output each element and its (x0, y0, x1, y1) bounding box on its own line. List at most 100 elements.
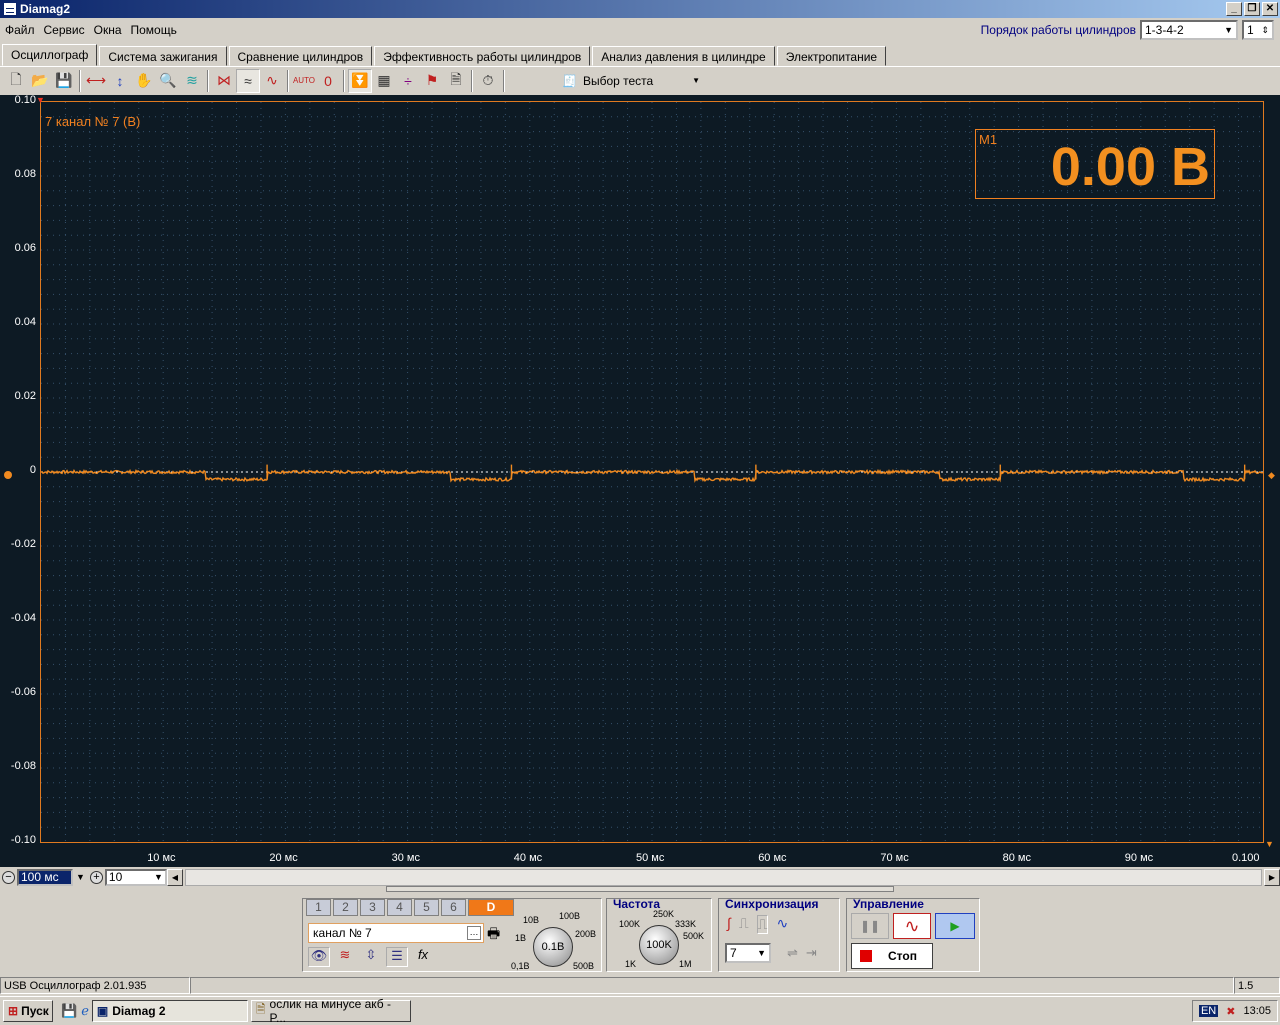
sync-auto-icon[interactable]: ∿ (776, 915, 788, 934)
tab-ignition[interactable]: Система зажигания (99, 46, 227, 66)
channel-5-button[interactable]: 5 (414, 899, 439, 916)
overlay-waves-icon[interactable]: ≈ (236, 68, 260, 93)
test-select[interactable]: 🧾 Выбор теста ▼ (558, 70, 706, 92)
maximize-button[interactable]: ❐ (1244, 2, 1260, 16)
voltage-knob[interactable]: 0.1В (533, 927, 573, 967)
network-icon[interactable]: ✖ (1226, 1005, 1235, 1018)
cylinder-count-spinner[interactable]: 1 ⇕ (1242, 20, 1274, 40)
chevron-down-icon[interactable]: ▼ (76, 872, 85, 882)
pause-button[interactable]: ❚❚ (851, 913, 889, 939)
sync-edge-up-icon[interactable]: ⎍ (739, 915, 749, 934)
line-style-icon[interactable]: ☰ (386, 947, 408, 967)
menu-service[interactable]: Сервис (40, 23, 89, 37)
menu-windows[interactable]: Окна (90, 23, 126, 37)
status-right: 1.5 (1234, 977, 1280, 994)
open-folder-icon[interactable]: 📂 (28, 69, 52, 93)
volt-10v-label: 10В (523, 915, 540, 925)
offset-arrows-icon[interactable]: ⇳ (360, 947, 382, 967)
taskbar-other[interactable]: 🗎 ослик на минусе акб - P... (250, 997, 411, 1025)
zoom-out-icon[interactable]: − (2, 870, 15, 884)
document-icon: 🗎 (255, 1002, 266, 1016)
sync-rising-edge-icon[interactable]: ∫ (727, 915, 731, 934)
zoom-icon[interactable]: 🔍 (156, 69, 180, 93)
sync-edge-down-icon[interactable]: ⎍ (756, 915, 769, 934)
scroll-right-button[interactable]: ▶ (1264, 868, 1280, 886)
close-button[interactable]: ✕ (1262, 2, 1278, 16)
zoom-factor-select[interactable]: 10 ▼ (104, 868, 167, 886)
menu-file[interactable]: Файл (1, 23, 39, 37)
y-tick-label: 0.04 (14, 316, 36, 328)
sync-tools: ∫ ⎍ ⎍ ∿ (727, 915, 788, 934)
channel-name-field[interactable]: канал № 7 … (308, 923, 484, 943)
y-tick-label: 0.08 (14, 168, 36, 180)
multi-wave-icon[interactable]: ∿ (260, 69, 284, 93)
zero-marker-right[interactable]: ◆ (1268, 470, 1275, 481)
zero-offset-icon[interactable]: 0 (316, 69, 340, 93)
single-wave-button[interactable]: ∿ (893, 913, 931, 939)
channel-6-button[interactable]: 6 (441, 899, 466, 916)
cursor-vertical-icon[interactable]: ↕ (108, 69, 132, 93)
minimize-button[interactable]: _ (1226, 2, 1242, 16)
channel-4-button[interactable]: 4 (387, 899, 412, 916)
window-title: Diamag2 (20, 2, 71, 16)
zero-marker-left[interactable] (4, 471, 12, 479)
sync-channel-select[interactable]: 7 ▼ (725, 943, 771, 963)
tab-oscilloscope[interactable]: Осциллограф (2, 44, 98, 66)
auto-scale-icon[interactable]: AUTO (292, 69, 316, 93)
tab-power-supply[interactable]: Электропитание (776, 46, 887, 66)
scroll-left-button[interactable]: ◀ (166, 868, 183, 886)
split-icon[interactable]: ÷ (396, 69, 420, 93)
channel-3-button[interactable]: 3 (360, 899, 385, 916)
channel-d-button[interactable]: D (468, 899, 514, 916)
stop-button[interactable]: Стоп (851, 943, 933, 969)
toolbar-separator (79, 69, 81, 92)
hand-pan-icon[interactable]: ✋ (132, 69, 156, 93)
scroll-track[interactable] (184, 868, 1262, 886)
taskbar-diamag-label: Diamag 2 (112, 1003, 166, 1018)
app-icon: ▣ (96, 1003, 109, 1018)
channel-2-button[interactable]: 2 (333, 899, 358, 916)
collapse-icon[interactable]: ⋈ (212, 69, 236, 93)
tab-pressure-analysis[interactable]: Анализ давления в цилиндре (592, 46, 775, 66)
sync-level-icon[interactable]: ⇌ (787, 945, 798, 961)
notes-icon[interactable]: 🗎 (444, 69, 468, 93)
frequency-knob[interactable]: 100K (639, 925, 679, 965)
app-icon (3, 2, 17, 16)
eye-icon[interactable]: 👁 (308, 947, 330, 967)
auto-timer-icon[interactable]: ⏱ (476, 69, 500, 93)
sync-center-icon[interactable]: ⇥ (806, 945, 817, 961)
fit-wave-icon[interactable]: ≋ (180, 69, 204, 93)
save-icon[interactable]: 💾 (52, 69, 76, 93)
grid-icon[interactable]: ▦ (372, 69, 396, 93)
timebase-field[interactable]: 100 мс (17, 868, 73, 886)
zoom-in-icon[interactable]: + (89, 870, 103, 884)
flag-marker-icon[interactable]: ⚑ (420, 69, 444, 93)
ellipsis-button[interactable]: … (467, 926, 481, 940)
clock: 13:05 (1243, 1005, 1271, 1017)
tab-cylinder-efficiency[interactable]: Эффективность работы цилиндров (374, 46, 591, 66)
new-file-icon[interactable]: 🗋 (4, 69, 28, 93)
cylinder-order-select[interactable]: 1-3-4-2 ▼ (1140, 20, 1238, 40)
measurement-box[interactable]: M1 0.00 В (975, 129, 1215, 199)
zoom-factor-value: 10 (108, 870, 123, 884)
dock-splitter[interactable] (386, 886, 894, 892)
start-button[interactable]: ⊞ Пуск (3, 999, 53, 1022)
filter-icon[interactable]: ⏬ (348, 68, 372, 93)
quicklaunch-save-icon[interactable]: 💾 (61, 1003, 77, 1019)
trigger-marker-icon[interactable]: ▼ (36, 95, 45, 105)
menu-help[interactable]: Помощь (127, 23, 181, 37)
cursor-horizontal-icon[interactable]: ⟷ (84, 69, 108, 93)
taskbar-diamag[interactable]: ▣ Diamag 2 (91, 999, 248, 1022)
wave-invert-icon[interactable]: ≋ (334, 947, 356, 967)
plot-area[interactable] (40, 101, 1264, 843)
taskbar: ⊞ Пуск 💾 ℯ ▣ Diamag 2 🗎 ослик на минусе акб… (0, 996, 1280, 1025)
quicklaunch-browser-icon[interactable]: ℯ (81, 1003, 89, 1019)
probe-icon[interactable]: 🖶 (487, 923, 500, 947)
run-button[interactable]: ▶ (935, 913, 975, 939)
formula-icon[interactable]: fx (412, 947, 434, 967)
language-indicator[interactable]: EN (1198, 1005, 1219, 1017)
toolbar-separator (471, 69, 473, 92)
channel-1-button[interactable]: 1 (306, 899, 331, 916)
oscilloscope-screen[interactable]: 0.10 0.08 0.06 0.04 0.02 0 -0.02 -0.04 -0.06 -0.0… (0, 94, 1280, 867)
tab-cylinder-compare[interactable]: Сравнение цилиндров (228, 46, 373, 66)
